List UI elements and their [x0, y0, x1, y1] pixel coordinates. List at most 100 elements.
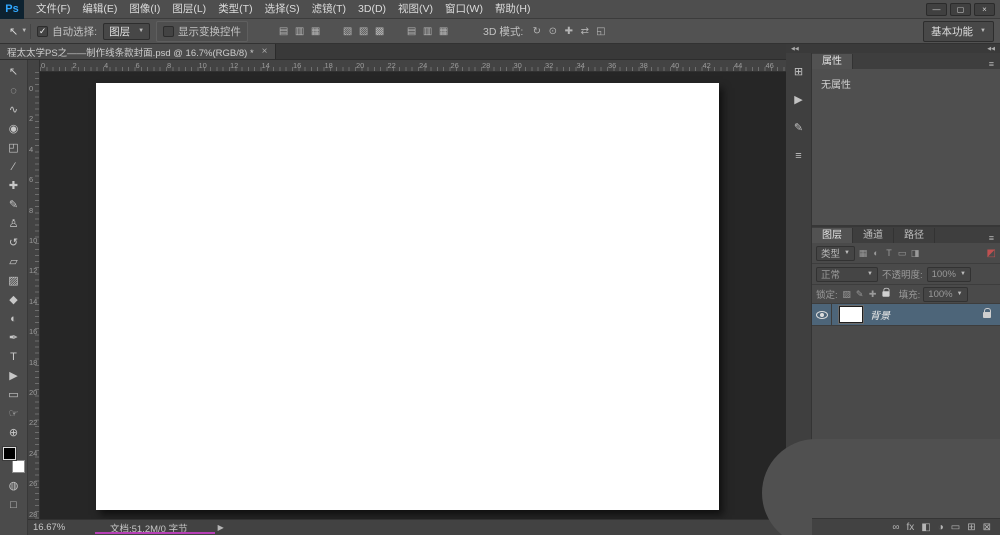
path-selection-tool[interactable]: ▶: [2, 366, 26, 385]
menu-type[interactable]: 类型(T): [212, 0, 258, 19]
eraser-tool[interactable]: ▱: [2, 252, 26, 271]
menu-help[interactable]: 帮助(H): [489, 0, 537, 19]
canvas-viewport[interactable]: 0 2 4 6 8 10 12 14 16 18 20 22 24 26 28: [28, 72, 786, 519]
adjustments-dock-icon[interactable]: ≡: [789, 147, 809, 164]
blend-mode-dropdown[interactable]: 正常 ▼: [816, 266, 878, 282]
opacity-field[interactable]: 100% ▼: [926, 266, 971, 282]
menu-layer[interactable]: 图层(L): [166, 0, 212, 19]
foreground-color-swatch[interactable]: [2, 447, 16, 460]
eyedropper-tool[interactable]: ∕: [2, 157, 26, 176]
align-horizontal-centers-icon[interactable]: ▨: [356, 23, 371, 39]
align-top-edges-icon[interactable]: ▤: [276, 23, 291, 39]
filter-pixel-layers-icon[interactable]: ▦: [857, 246, 869, 260]
menu-filter[interactable]: 滤镜(T): [306, 0, 352, 19]
color-swatches[interactable]: [2, 447, 26, 473]
new-group-icon[interactable]: ▭: [951, 519, 960, 535]
type-tool[interactable]: T: [2, 347, 26, 366]
crop-tool[interactable]: ◰: [2, 138, 26, 157]
filter-shape-layers-icon[interactable]: ▭: [896, 246, 908, 260]
marquee-tool[interactable]: ◌: [2, 81, 26, 100]
layer-visibility-toggle[interactable]: [812, 304, 832, 325]
layer-filter-dropdown[interactable]: 类型 ▼: [816, 245, 855, 261]
auto-select-target-dropdown[interactable]: 图层 ▼: [103, 22, 151, 40]
distribute-vertical-centers-icon[interactable]: ▥: [420, 23, 435, 39]
history-brush-tool[interactable]: ↺: [2, 233, 26, 252]
layer-thumbnail[interactable]: [838, 305, 864, 324]
zoom-level-field[interactable]: 16.67%: [33, 522, 85, 533]
brush-tool[interactable]: ✎: [2, 195, 26, 214]
layer-filter-toggle-icon[interactable]: ◩: [987, 248, 996, 259]
blur-tool[interactable]: ◆: [2, 290, 26, 309]
lock-position-icon[interactable]: ✚: [867, 287, 879, 301]
move-tool[interactable]: ↖: [2, 62, 26, 81]
close-button[interactable]: ×: [974, 2, 995, 16]
add-layer-mask-icon[interactable]: ◧: [921, 519, 930, 535]
menu-view[interactable]: 视图(V): [392, 0, 439, 19]
panel-menu-icon[interactable]: ≡: [983, 59, 1000, 69]
document-tab[interactable]: 程太太学PS之——制作线条款封面.psd @ 16.7%(RGB/8) * ×: [0, 44, 276, 59]
show-transform-checkbox[interactable]: 显示变换控件: [156, 20, 249, 42]
3d-scale-icon[interactable]: ◱: [593, 23, 608, 39]
paths-tab[interactable]: 路径: [894, 228, 935, 243]
quick-mask-button[interactable]: ◍: [2, 476, 26, 495]
distribute-top-edges-icon[interactable]: ▤: [404, 23, 419, 39]
collapse-dock-icon[interactable]: ◀◀: [987, 46, 995, 52]
lock-pixels-icon[interactable]: ✎: [854, 287, 866, 301]
dodge-tool[interactable]: ◐: [2, 309, 26, 328]
document-canvas[interactable]: [96, 83, 719, 510]
tool-preset-picker[interactable]: ↖ ▼: [6, 23, 32, 39]
gradient-tool[interactable]: ▨: [2, 271, 26, 290]
horizontal-ruler[interactable]: 0 2 4 6 8 10 12 14 16 18 20 22 24 26 28 30 32 34 36 38 40 42 4…: [28, 60, 786, 72]
new-layer-icon[interactable]: ⊞: [967, 519, 975, 535]
menu-select[interactable]: 选择(S): [259, 0, 306, 19]
collapse-panels-icon[interactable]: ◀◀: [791, 46, 799, 52]
3d-slide-icon[interactable]: ⇄: [577, 23, 592, 39]
new-adjustment-layer-icon[interactable]: ◑: [938, 519, 944, 535]
restore-button[interactable]: ▢: [950, 2, 971, 16]
pen-tool[interactable]: ✒: [2, 328, 26, 347]
3d-rotate-icon[interactable]: ↻: [529, 23, 544, 39]
vertical-ruler[interactable]: 0 2 4 6 8 10 12 14 16 18 20 22 24 26 28: [28, 72, 40, 519]
menu-3d[interactable]: 3D(D): [352, 0, 392, 19]
channels-tab[interactable]: 通道: [853, 228, 894, 243]
auto-select-checkbox[interactable]: ✓ 自动选择:: [37, 24, 97, 39]
close-tab-icon[interactable]: ×: [262, 46, 268, 57]
screen-mode-button[interactable]: □: [2, 495, 26, 514]
history-dock-icon[interactable]: ⊞: [789, 63, 809, 80]
styles-dock-icon[interactable]: ✎: [789, 119, 809, 136]
clone-stamp-tool[interactable]: ♙: [2, 214, 26, 233]
fill-field[interactable]: 100% ▼: [923, 286, 968, 302]
background-color-swatch[interactable]: [11, 460, 25, 473]
align-bottom-edges-icon[interactable]: ▦: [308, 23, 323, 39]
actions-dock-icon[interactable]: ▶: [789, 91, 809, 108]
ruler-origin-corner[interactable]: [28, 60, 40, 72]
lock-transparency-icon[interactable]: ▨: [841, 287, 853, 301]
minimize-button[interactable]: —: [926, 2, 947, 16]
status-flyout-arrow-icon[interactable]: ▶: [218, 523, 224, 532]
rectangle-tool[interactable]: ▭: [2, 385, 26, 404]
quick-selection-tool[interactable]: ◉: [2, 119, 26, 138]
healing-brush-tool[interactable]: ✚: [2, 176, 26, 195]
menu-edit[interactable]: 编辑(E): [76, 0, 123, 19]
link-layers-icon[interactable]: ∞: [892, 519, 899, 535]
3d-pan-icon[interactable]: ✚: [561, 23, 576, 39]
panel-menu-icon[interactable]: ≡: [983, 233, 1000, 243]
3d-roll-icon[interactable]: ⊙: [545, 23, 560, 39]
align-right-edges-icon[interactable]: ▩: [372, 23, 387, 39]
workspace-switcher-button[interactable]: 基本功能 ▼: [923, 20, 994, 42]
delete-layer-icon[interactable]: ⊠: [983, 519, 991, 535]
filter-type-layers-icon[interactable]: T: [883, 246, 895, 260]
filter-adjustment-layers-icon[interactable]: ◐: [870, 246, 882, 260]
zoom-tool[interactable]: ⊕: [2, 423, 26, 442]
filter-smart-objects-icon[interactable]: ◨: [909, 246, 921, 260]
properties-tab[interactable]: 属性: [812, 54, 853, 69]
align-left-edges-icon[interactable]: ▧: [340, 23, 355, 39]
menu-window[interactable]: 窗口(W): [439, 0, 489, 19]
layers-tab[interactable]: 图层: [812, 228, 853, 243]
align-vertical-centers-icon[interactable]: ▥: [292, 23, 307, 39]
lasso-tool[interactable]: ∿: [2, 100, 26, 119]
distribute-bottom-edges-icon[interactable]: ▦: [436, 23, 451, 39]
lock-all-icon[interactable]: [882, 287, 890, 297]
menu-file[interactable]: 文件(F): [30, 0, 76, 19]
hand-tool[interactable]: ☞: [2, 404, 26, 423]
